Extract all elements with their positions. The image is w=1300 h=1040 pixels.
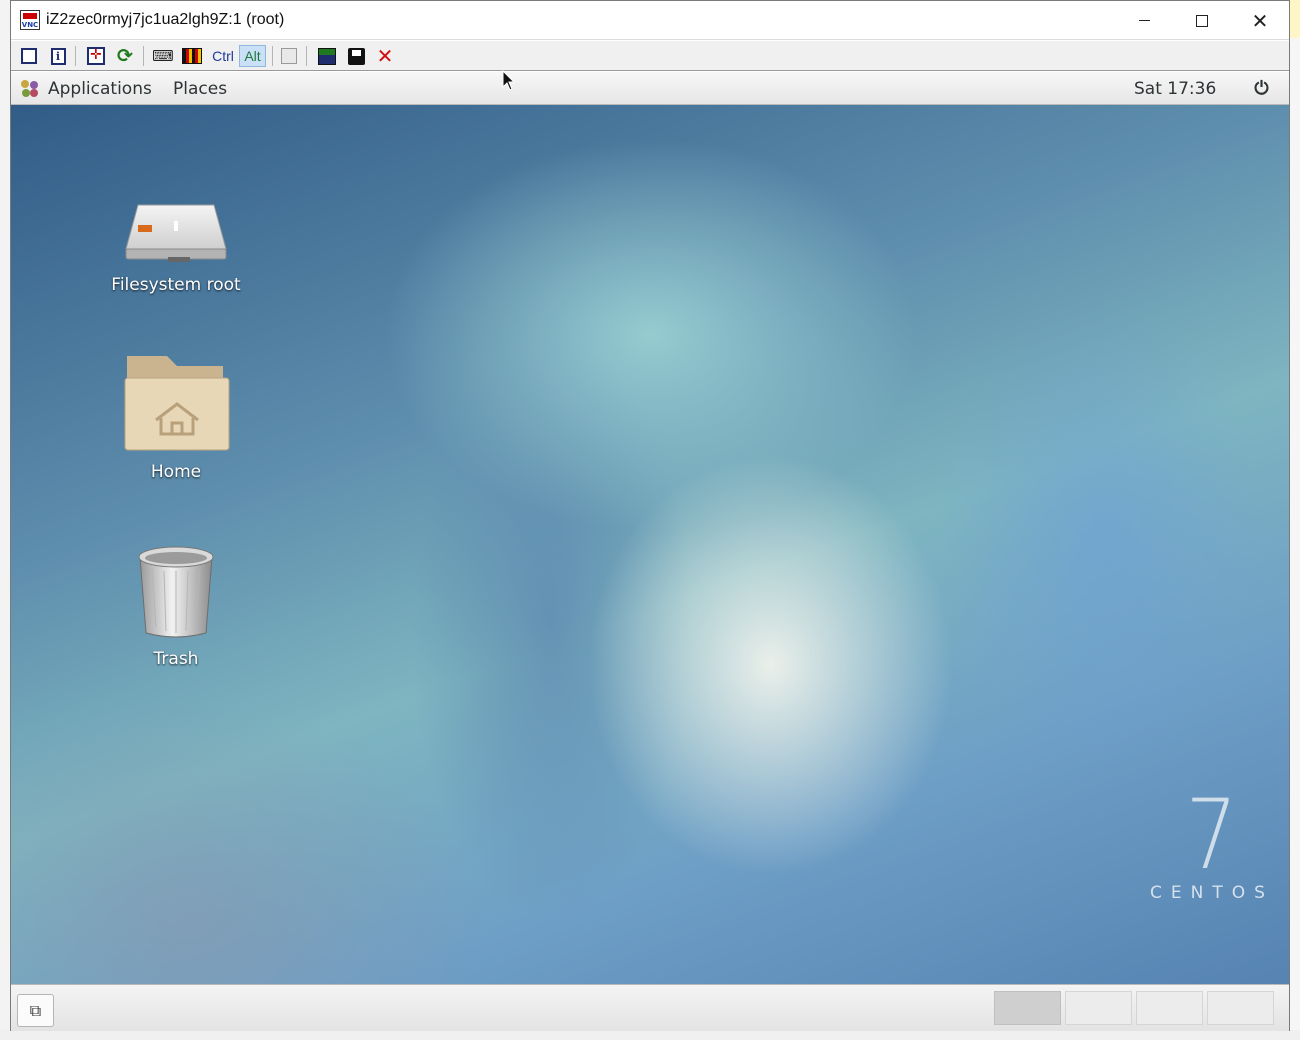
- gnome-bottom-panel: ⧉: [11, 984, 1289, 1031]
- drive-icon: [125, 204, 227, 262]
- transfer-button[interactable]: [316, 45, 338, 67]
- centos-wordmark: CENTOS: [1150, 883, 1274, 903]
- home-folder-icon: [124, 356, 230, 451]
- centos-logo: 7 CENTOS: [1141, 779, 1281, 915]
- desktop-wallpaper[interactable]: Filesystem root Home Trash 7 CENTOS: [11, 105, 1289, 984]
- power-icon[interactable]: ⏻: [1251, 78, 1272, 99]
- background-window-left: [0, 0, 10, 1040]
- mouse-cursor-icon: [502, 70, 516, 91]
- save-icon: [347, 47, 365, 65]
- background-window-bottom: [0, 1030, 1300, 1040]
- connection-info-icon: i: [50, 47, 66, 65]
- centos-version-number: 7: [1185, 779, 1238, 891]
- title-bar[interactable]: VNC iZ2zec0rmyj7jc1ua2lgh9Z:1 (root) ✕: [11, 1, 1289, 40]
- record-button[interactable]: [181, 45, 203, 67]
- workspace-3[interactable]: [1136, 991, 1203, 1025]
- close-icon: ✕: [1251, 8, 1269, 33]
- fullscreen-icon: [87, 46, 105, 65]
- window-title: iZ2zec0rmyj7jc1ua2lgh9Z:1 (root): [46, 11, 285, 28]
- desktop-icon-trash[interactable]: Trash: [101, 543, 251, 669]
- gnome-top-panel: Applications Places Sat 17:36 ⏻: [11, 72, 1289, 105]
- toolbar-separator: [272, 46, 273, 66]
- vnc-app-icon[interactable]: VNC: [20, 10, 40, 30]
- places-menu[interactable]: Places: [173, 72, 227, 105]
- vnc-viewer-window: VNC iZ2zec0rmyj7jc1ua2lgh9Z:1 (root) ✕ i…: [10, 0, 1290, 1031]
- desktop-icon-label: Trash: [153, 649, 199, 669]
- save-button[interactable]: [345, 45, 367, 67]
- maximize-icon: [1196, 14, 1208, 27]
- desktop-icon-label: Filesystem root: [111, 275, 241, 295]
- panel-clock[interactable]: Sat 17:36: [1134, 72, 1216, 105]
- connection-info-button[interactable]: i: [47, 45, 69, 67]
- options-button[interactable]: [18, 45, 40, 67]
- vnc-toolbar: i ⟳ ⌨ Ctrl Alt ✕: [11, 41, 1289, 71]
- disconnect-button[interactable]: ✕: [374, 44, 396, 68]
- send-keys-icon: ⌨: [152, 48, 174, 65]
- minimize-icon: [1138, 20, 1150, 21]
- workspace-4[interactable]: [1207, 991, 1274, 1025]
- record-icon: [182, 48, 202, 64]
- maximize-button[interactable]: [1173, 1, 1231, 40]
- gnome-foot-icon: [21, 79, 39, 98]
- send-keys-button[interactable]: ⌨: [152, 45, 174, 67]
- toolbar-separator: [143, 46, 144, 66]
- applications-menu[interactable]: Applications: [21, 72, 152, 105]
- show-desktop-icon: ⧉: [29, 1000, 42, 1020]
- minimize-button[interactable]: [1115, 1, 1173, 40]
- desktop-icon-home[interactable]: Home: [101, 350, 251, 482]
- close-button[interactable]: ✕: [1231, 1, 1289, 40]
- remote-desktop[interactable]: Applications Places Sat 17:36 ⏻ Filesyst…: [11, 72, 1289, 1031]
- desktop-icon-label: Home: [150, 462, 202, 482]
- applications-label: Applications: [48, 78, 152, 99]
- disconnect-icon: ✕: [376, 44, 394, 68]
- ctrl-key-button[interactable]: Ctrl: [210, 45, 236, 67]
- workspace-2[interactable]: [1065, 991, 1132, 1025]
- toolbar-separator: [75, 46, 76, 66]
- alt-key-button[interactable]: Alt: [239, 45, 266, 67]
- desktop-icon-filesystem-root[interactable]: Filesystem root: [101, 201, 251, 295]
- refresh-button[interactable]: ⟳: [114, 45, 136, 67]
- fullscreen-button[interactable]: [85, 45, 107, 67]
- show-desktop-button[interactable]: ⧉: [17, 994, 54, 1027]
- options-icon: [21, 48, 37, 64]
- trash-icon: [138, 546, 214, 638]
- transfer-icon: [318, 47, 336, 65]
- clipboard-button[interactable]: [278, 45, 300, 67]
- refresh-icon: ⟳: [117, 45, 133, 67]
- workspace-1[interactable]: [994, 991, 1061, 1025]
- clipboard-icon: [281, 48, 297, 64]
- background-window-right: [1290, 0, 1300, 1040]
- toolbar-separator: [306, 46, 307, 66]
